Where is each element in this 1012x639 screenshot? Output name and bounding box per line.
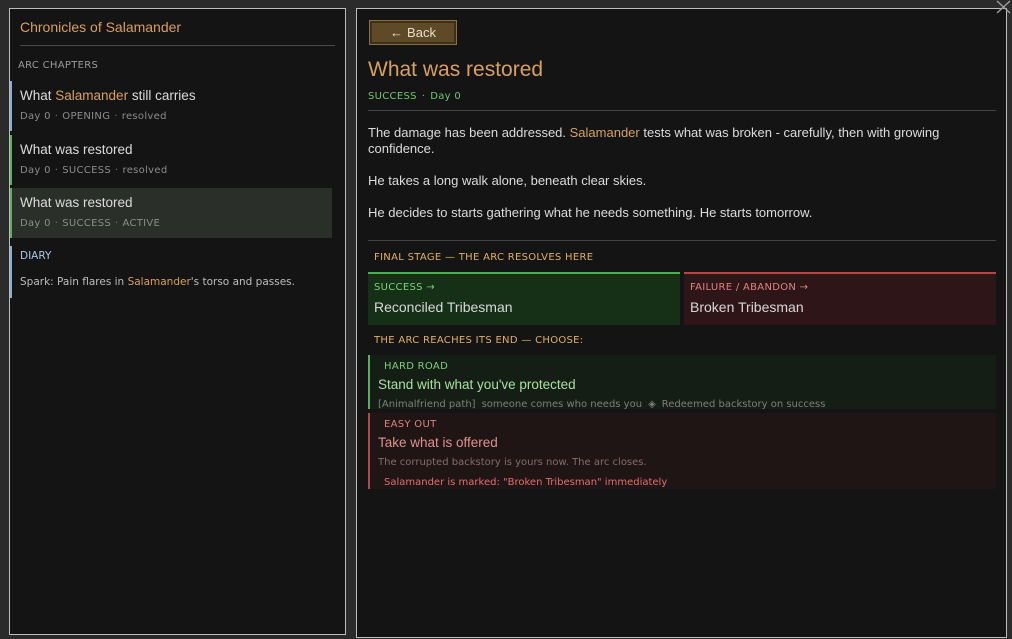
divider [368, 240, 996, 241]
outcome-value: Reconciled Tribesman [374, 299, 513, 315]
chronicle-sidebar: Chronicles of Salamander ARC CHAPTERS Wh… [9, 8, 346, 635]
diary-label: DIARY [20, 250, 52, 262]
sidebar-title: Chronicles of Salamander [20, 19, 182, 35]
chapter-title: What was restored [20, 195, 133, 210]
close-icon[interactable] [994, 0, 1012, 14]
success-outcome: SUCCESS → Reconciled Tribesman [368, 272, 680, 325]
choice-title: Stand with what you've protected [378, 377, 576, 392]
choice-tag: EASY OUT [384, 419, 437, 430]
sidebar-divider [20, 45, 335, 46]
divider [368, 110, 996, 111]
chapter-title: What was restored [20, 142, 133, 157]
chapter-item[interactable]: What was restored Day 0 · SUCCESS · resolved [10, 135, 332, 185]
diamond-icon: ◈ [648, 399, 656, 410]
failure-outcome: FAILURE / ABANDON → Broken Tribesman [684, 272, 996, 325]
arrow-left-icon: ← [390, 25, 404, 40]
status-line: SUCCESS · Day 0 [368, 91, 462, 102]
choice-title: Take what is offered [378, 435, 498, 450]
diary-section: DIARY Spark: Pain flares in Salamander's… [10, 246, 332, 298]
chapter-meta: Day 0 · OPENING · resolved [20, 111, 167, 122]
arc-chapters-label: ARC CHAPTERS [18, 60, 99, 71]
outcome-label: SUCCESS → [374, 282, 435, 293]
outcome-label: FAILURE / ABANDON → [690, 282, 809, 293]
choice-tag: HARD ROAD [384, 361, 449, 372]
hard-road-choice[interactable]: HARD ROAD Stand with what you've protect… [368, 355, 996, 410]
choose-label: THE ARC REACHES ITS END — CHOOSE: [374, 335, 584, 346]
choice-warning: Salamander is marked: "Broken Tribesman"… [384, 477, 668, 488]
chapter-meta: Day 0 · SUCCESS · resolved [20, 165, 168, 176]
outcome-value: Broken Tribesman [690, 299, 804, 315]
page-title: What was restored [368, 58, 544, 81]
back-button-label: Back [407, 25, 436, 40]
easy-out-choice[interactable]: EASY OUT Take what is offered The corrup… [368, 413, 996, 489]
final-stage-label: FINAL STAGE — THE ARC RESOLVES HERE [374, 252, 594, 263]
diary-entry: Spark: Pain flares in Salamander's torso… [20, 276, 295, 288]
chapter-detail-panel: ← Back What was restored SUCCESS · Day 0 T… [356, 8, 1007, 638]
narrative-paragraph: The damage has been addressed. Salamande… [368, 125, 940, 156]
narrative-paragraph: He takes a long walk alone, beneath clea… [368, 173, 647, 188]
choice-description: [Animalfriend path] someone comes who nee… [378, 399, 826, 410]
chapter-item-active[interactable]: What was restored Day 0 · SUCCESS · ACTIVE [10, 188, 332, 238]
narrative-paragraph: He decides to starts gathering what he n… [368, 205, 813, 220]
choice-description: The corrupted backstory is yours now. Th… [378, 457, 647, 468]
chapter-meta: Day 0 · SUCCESS · ACTIVE [20, 218, 161, 229]
back-button[interactable]: ← Back [369, 20, 457, 45]
chapter-item[interactable]: What Salamander still carries Day 0 · OPEN… [10, 81, 332, 131]
chapter-title: What Salamander still carries [20, 88, 196, 103]
